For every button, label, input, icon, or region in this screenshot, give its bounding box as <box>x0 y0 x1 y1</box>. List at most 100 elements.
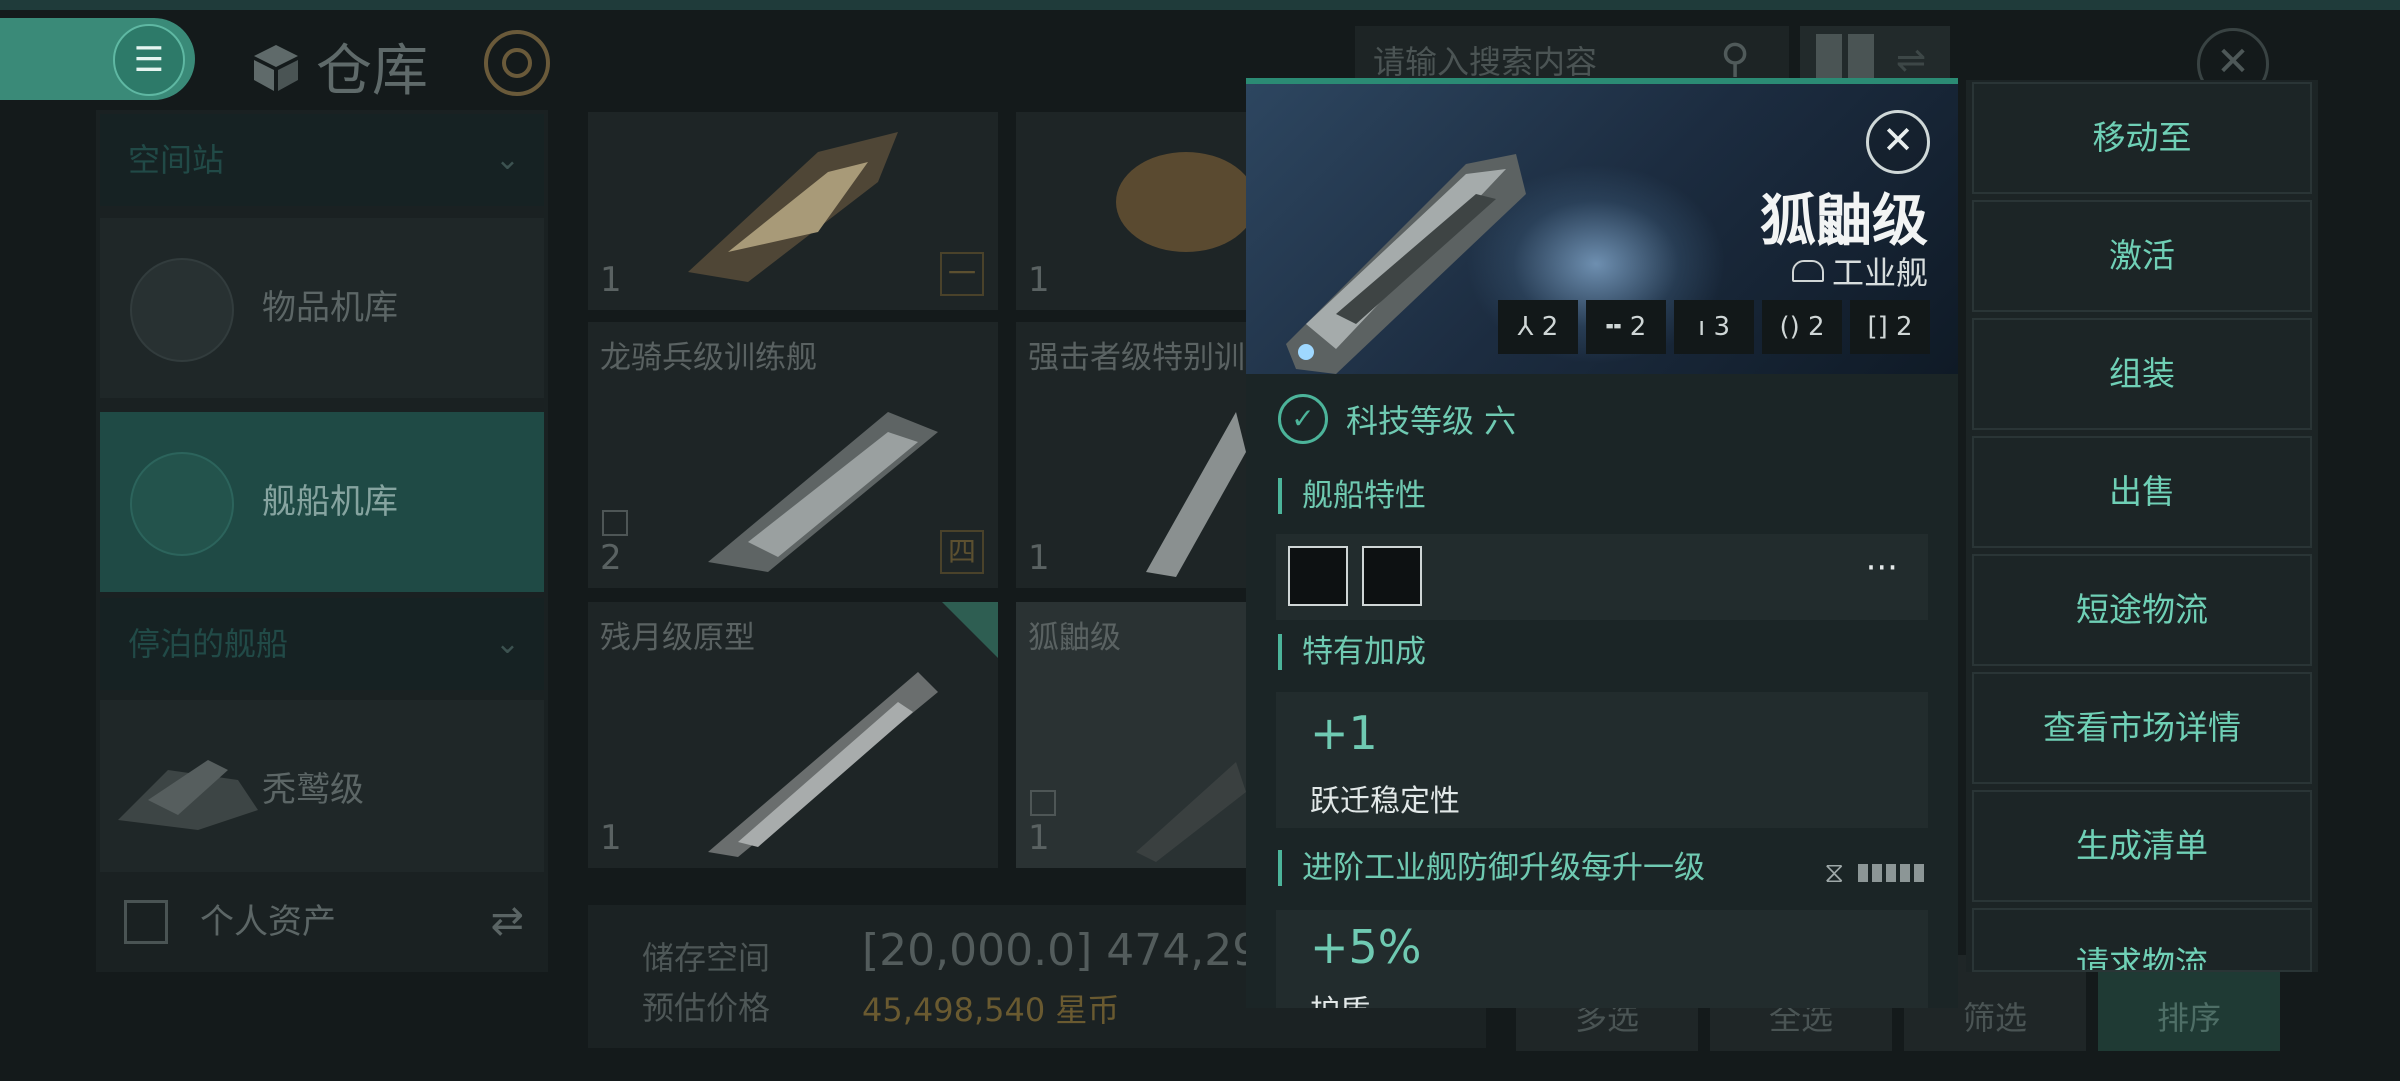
warp-stabilizer-icon[interactable] <box>1288 546 1348 606</box>
ship-image <box>1136 762 1246 862</box>
unique-bonus-card: +1 跃迁稳定性 <box>1276 692 1928 828</box>
locked-icon <box>1030 790 1056 816</box>
bonus-description: 护盾 <box>1310 986 1370 1008</box>
mid-slot-icon: ╍ <box>1605 312 1622 342</box>
ship-image <box>1146 412 1246 577</box>
rig-slot-icon: () <box>1779 312 1800 342</box>
market-details-button[interactable]: 查看市场详情 <box>1972 672 2312 784</box>
ship-name: 龙骑兵级训练舰 <box>600 340 817 376</box>
swap-icon: ⇌ <box>1896 40 1927 81</box>
slot-value: 2 <box>1629 312 1647 342</box>
more-icon[interactable]: ··· <box>1866 548 1898 588</box>
bonus-value: +1 <box>1310 706 1378 760</box>
sidebar-item-label: 秃鹫级 <box>262 770 364 810</box>
mid-slot-count: ╍ 2 <box>1586 300 1666 354</box>
hull-class-icon <box>1791 260 1824 282</box>
skill-bar <box>1886 864 1896 882</box>
page-title: 仓库 <box>250 26 428 107</box>
ship-name-title: 狐鼬级 <box>1760 189 1928 254</box>
storage-space-label: 储存空间 <box>642 939 771 977</box>
hamburger-icon[interactable]: ☰ <box>113 24 185 96</box>
tech-level-row: ✓ 科技等级 六 <box>1278 394 1516 444</box>
ship-image <box>1116 152 1246 252</box>
tech-tier-badge: 一 <box>940 252 984 296</box>
low-slot-icon: ı <box>1697 312 1706 342</box>
chevron-down-icon: ⌄ <box>494 626 520 661</box>
sidebar: 空间站 ⌄ 物品机库 舰船机库 停泊的舰船 ⌄ 秃鹫级 个人资产 ⇄ <box>96 110 548 972</box>
skill-bar <box>1914 864 1924 882</box>
bonus-description: 跃迁稳定性 <box>1310 784 1460 819</box>
sidebar-section-docked-ships[interactable]: 停泊的舰船 ⌄ <box>100 598 544 690</box>
traits-row: ··· <box>1276 534 1928 620</box>
skill-level-bars: ⧖ <box>1824 856 1924 890</box>
sort-icon[interactable]: ⇄ <box>490 898 524 944</box>
storage-space-value: [20,000.0] 474,298 <box>862 925 1289 976</box>
activate-button[interactable]: 激活 <box>1972 200 2312 312</box>
main-menu-button[interactable]: ☰ <box>0 18 195 100</box>
personal-assets-label: 个人资产 <box>200 902 336 942</box>
ship-image <box>688 132 898 282</box>
ship-count: 1 <box>1028 260 1050 300</box>
tech-tier-badge: 四 <box>940 530 984 574</box>
ship-card[interactable]: 龙骑兵级训练舰 2 四 <box>588 322 998 588</box>
slot-value: 2 <box>1808 312 1825 342</box>
ship-count: 1 <box>600 818 622 858</box>
ship-hangar-icon <box>130 452 234 556</box>
ship-name: 残月级原型 <box>600 620 755 656</box>
new-item-corner-badge <box>942 602 998 658</box>
skill-bar <box>1872 864 1882 882</box>
locked-icon <box>602 510 628 536</box>
top-border <box>0 0 2400 10</box>
close-panel-icon[interactable]: ✕ <box>1866 110 1930 174</box>
ship-render <box>1286 154 1526 374</box>
sidebar-section-label: 停泊的舰船 <box>128 625 289 663</box>
ship-count: 2 <box>600 538 622 578</box>
estimated-price-label: 预估价格 <box>642 989 771 1027</box>
ship-class: 工业舰 <box>1791 248 1928 294</box>
shield-icon[interactable] <box>1362 546 1422 606</box>
short-logistics-button[interactable]: 短途物流 <box>1972 554 2312 666</box>
sidebar-item-label: 舰船机库 <box>262 482 398 522</box>
chevron-down-icon: ⌄ <box>494 142 520 177</box>
checkmark-icon: ✓ <box>1278 394 1328 444</box>
fitting-slots: ⅄ 2 ╍ 2 ı 3 () 2 [] 2 <box>1498 300 1930 354</box>
slot-value: 2 <box>1896 312 1913 342</box>
ship-count: 1 <box>1028 538 1050 578</box>
ship-image <box>708 412 938 572</box>
ship-card[interactable]: 1 一 <box>588 112 998 310</box>
high-slot-count: ⅄ 2 <box>1498 300 1578 354</box>
bonus-value: +5% <box>1310 920 1422 974</box>
settings-gear-icon[interactable] <box>484 30 550 96</box>
ship-card[interactable]: 强击者级特别训 1 <box>1016 322 1246 588</box>
assemble-button[interactable]: 组装 <box>1972 318 2312 430</box>
action-menu: 移动至 激活 组装 出售 短途物流 查看市场详情 生成清单 请求物流 <box>1966 80 2318 972</box>
skill-bar <box>1900 864 1910 882</box>
section-unique-bonus: 特有加成 <box>1278 634 1426 670</box>
sidebar-item-docked-ship[interactable]: 秃鹫级 <box>100 700 544 880</box>
sell-button[interactable]: 出售 <box>1972 436 2312 548</box>
skill-bonus-card: +5% 护盾 <box>1276 910 1928 1008</box>
ship-detail-panel: ✕ 狐鼬级 工业舰 ⅄ 2 ╍ 2 ı 3 () 2 [] 2 ✓ 科技等级 六… <box>1246 78 1958 1008</box>
page-title-text: 仓库 <box>316 39 428 104</box>
generate-list-button[interactable]: 生成清单 <box>1972 790 2312 902</box>
sidebar-item-item-hangar[interactable]: 物品机库 <box>100 218 544 398</box>
sidebar-section-station[interactable]: 空间站 ⌄ <box>100 114 544 206</box>
section-ship-traits: 舰船特性 <box>1278 478 1426 514</box>
ship-card[interactable]: 1 <box>1016 112 1246 310</box>
estimated-price-value: 45,498,540 星币 <box>862 991 1120 1029</box>
ship-card-selected[interactable]: 狐鼬级 1 <box>1016 602 1246 868</box>
section-skill-bonus: 进阶工业舰防御升级每升一级 <box>1278 850 1705 886</box>
tech-level-text: 科技等级 六 <box>1346 402 1517 440</box>
request-logistics-button[interactable]: 请求物流 <box>1972 908 2312 972</box>
drone-slot-count: [] 2 <box>1850 300 1930 354</box>
ship-name: 强击者级特别训 <box>1028 340 1245 376</box>
sidebar-footer[interactable]: 个人资产 ⇄ <box>96 872 548 972</box>
rig-slot-count: () 2 <box>1762 300 1842 354</box>
ship-card[interactable]: 残月级原型 1 <box>588 602 998 868</box>
ship-class-label: 工业舰 <box>1831 254 1928 292</box>
ship-hero-banner: ✕ 狐鼬级 工业舰 ⅄ 2 ╍ 2 ı 3 () 2 [] 2 <box>1246 84 1958 374</box>
ship-count: 1 <box>1028 818 1050 858</box>
move-to-button[interactable]: 移动至 <box>1972 82 2312 194</box>
sidebar-item-ship-hangar[interactable]: 舰船机库 <box>100 412 544 592</box>
sidebar-section-label: 空间站 <box>128 141 225 179</box>
